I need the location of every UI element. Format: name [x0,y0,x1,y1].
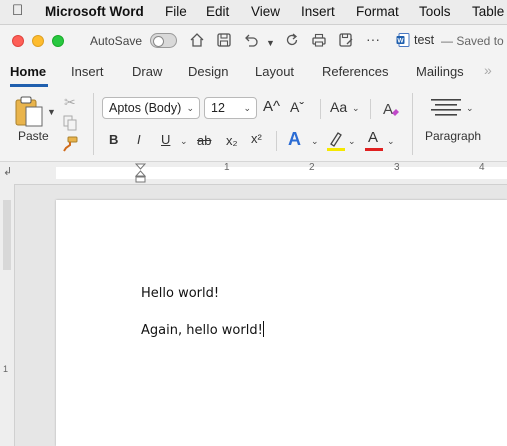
apple-menu-icon[interactable]:  [12,2,23,19]
menu-tools[interactable]: Tools [419,4,451,19]
chevron-down-icon: ⌄ [243,103,251,113]
svg-text:W: W [397,38,404,45]
zoom-window-button[interactable] [52,35,64,47]
font-color-dropdown-icon[interactable]: ⌄ [387,136,395,147]
copy-icon[interactable] [63,115,77,131]
toggle-knob [153,36,164,47]
tab-stop-selector-icon[interactable]: ↲ [3,165,12,178]
horizontal-ruler[interactable]: ↲ 1 2 3 4 [0,162,507,185]
font-size-dropdown[interactable]: 12 ⌄ [204,97,257,119]
highlight-color-bar [327,148,345,151]
autosave-label: AutoSave [90,34,143,48]
minimize-window-button[interactable] [32,35,44,47]
window-title-bar: AutoSave ▼ ··· W test — Saved to m [0,25,507,57]
ruler-number: 3 [394,162,400,173]
indent-marker-icon[interactable] [134,163,147,183]
font-color-letter: A [368,129,379,146]
menu-insert[interactable]: Insert [301,4,335,19]
format-painter-icon[interactable] [62,136,78,152]
change-case-button[interactable]: Aa [330,99,347,115]
svg-text:A: A [383,101,393,118]
clear-formatting-icon[interactable]: A [381,99,401,119]
grow-font-button[interactable]: A^ [263,98,280,115]
paragraph-dropdown-icon[interactable]: ⌄ [466,103,474,114]
bold-button[interactable]: B [109,132,118,147]
tab-draw[interactable]: Draw [132,64,162,79]
font-name-dropdown[interactable]: Aptos (Body) ⌄ [102,97,200,119]
ruler-number: 1 [3,364,9,374]
tab-design[interactable]: Design [188,64,228,79]
shrink-font-button[interactable]: Aˇ [290,99,304,115]
menu-edit[interactable]: Edit [206,4,229,19]
more-tabs-icon[interactable]: » [484,62,492,78]
highlight-icon[interactable] [327,130,345,152]
ribbon-separator [412,93,413,155]
underline-dropdown-icon[interactable]: ⌄ [180,136,188,147]
tab-insert[interactable]: Insert [71,64,104,79]
tab-layout[interactable]: Layout [255,64,294,79]
save-status: — Saved to m [441,34,507,48]
paragraph-text: Again, hello world! [141,323,263,338]
font-size-value: 12 [211,101,225,115]
mac-menu-bar:  Microsoft Word File Edit View Insert F… [0,0,507,25]
close-window-button[interactable] [12,35,24,47]
more-commands-icon[interactable]: ··· [366,31,380,47]
italic-button[interactable]: I [137,132,141,147]
save-as-icon[interactable] [337,32,355,50]
vertical-ruler[interactable]: 1 [0,184,15,446]
app-menu[interactable]: Microsoft Word [45,4,144,19]
cut-icon[interactable]: ✂ [64,94,76,111]
document-paragraph[interactable]: Hello world! [141,286,219,301]
undo-dropdown-icon[interactable]: ▼ [266,38,275,48]
redo-icon[interactable] [283,32,301,50]
ruler-text-area [56,167,507,179]
home-icon[interactable] [188,32,206,50]
save-icon[interactable] [215,32,233,50]
ruler-number: 2 [309,162,315,173]
tab-mailings[interactable]: Mailings [416,64,464,79]
menu-format[interactable]: Format [356,4,399,19]
autosave-toggle[interactable] [150,33,177,48]
menu-view[interactable]: View [251,4,280,19]
superscript-button[interactable]: x² [251,131,262,146]
paragraph-icon[interactable] [430,97,462,119]
underline-button[interactable]: U [161,132,170,147]
ribbon-separator [276,131,277,151]
ribbon-tab-bar: Home Insert Draw Design Layout Reference… [0,57,507,87]
paste-dropdown-icon[interactable]: ▼ [47,107,56,117]
paste-icon[interactable] [14,95,44,127]
ribbon-separator [93,93,94,155]
ruler-number: 4 [479,162,485,173]
tab-references[interactable]: References [322,64,388,79]
text-effects-dropdown-icon[interactable]: ⌄ [311,136,319,147]
paste-label[interactable]: Paste [18,129,49,143]
highlight-dropdown-icon[interactable]: ⌄ [348,136,356,147]
menu-file[interactable]: File [165,4,187,19]
ribbon-separator [370,99,371,119]
document-page[interactable]: Hello world! Again, hello world! [56,200,507,446]
menu-table[interactable]: Table [472,4,504,19]
ribbon-separator [320,99,321,119]
document-name: test [414,33,435,47]
undo-icon[interactable] [242,32,260,50]
paragraph-label[interactable]: Paragraph [425,129,481,143]
strikethrough-button[interactable]: ab [197,133,211,148]
vertical-ruler-margin [3,200,11,270]
text-cursor [262,321,264,337]
subscript-button[interactable]: x₂ [226,133,238,148]
change-case-dropdown-icon[interactable]: ⌄ [352,103,360,114]
text-effects-button[interactable]: A [288,129,301,150]
paragraph-text: Hello world! [141,286,220,301]
word-document-icon: W [394,32,412,50]
font-name-value: Aptos (Body) [109,101,182,115]
document-paragraph[interactable]: Again, hello world! [141,321,264,338]
font-color-button[interactable]: A [365,129,383,153]
ruler-number: 1 [224,162,230,173]
chevron-down-icon: ⌄ [186,103,194,113]
tab-home[interactable]: Home [10,64,46,79]
ribbon-home-panel: ▼ Paste ✂ Aptos (Body) ⌄ 12 ⌄ A^ Aˇ Aa ⌄… [0,87,507,162]
font-color-bar [365,148,383,151]
print-icon[interactable] [310,32,328,50]
